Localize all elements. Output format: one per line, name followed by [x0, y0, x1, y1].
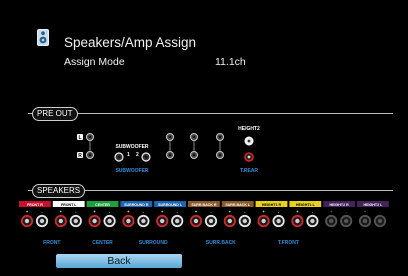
speaker-terminal-core — [193, 218, 199, 224]
speaker-terminal-panel: FRONT R + - FRONT L + - CENTER + - SURROUND R + - SU… — [19, 201, 389, 246]
pre-out-divider — [28, 113, 393, 114]
terminal-polarity-mark: - — [210, 209, 212, 214]
terminal-polarity-mark: + — [330, 209, 333, 214]
speaker-terminal-core — [39, 218, 45, 224]
channel-header-label: FRONT R — [27, 203, 43, 207]
terminal-polarity-mark: - — [379, 209, 381, 214]
subwoofer-channel-2: 2 — [136, 152, 139, 158]
rca-jack — [216, 133, 224, 141]
terminal-polarity-mark: - — [109, 209, 111, 214]
rca-jack — [166, 151, 174, 159]
left-channel-label: L — [78, 135, 81, 141]
speakers-label: SPEAKERS — [32, 184, 86, 198]
channel-header-label: HEIGHT1 R — [262, 203, 282, 207]
terminal-polarity-mark: - — [346, 209, 348, 214]
speaker-group-label: SURROUND — [139, 240, 168, 246]
speaker-terminal-core — [24, 218, 30, 224]
speaker-terminal-core — [310, 218, 315, 224]
subwoofer-assigned-label: SUBWOOFER — [115, 168, 148, 174]
terminal-polarity-mark: + — [60, 209, 63, 214]
speaker-group-label: SURR.BACK — [206, 240, 236, 246]
terminal-polarity-mark: + — [93, 209, 96, 214]
speaker-terminal-core — [242, 218, 247, 224]
speaker-terminal-core — [362, 218, 368, 224]
assign-mode-value[interactable]: 11.1ch — [215, 56, 246, 68]
speaker-terminal-core — [107, 218, 112, 224]
height2-jack-white[interactable] — [244, 136, 254, 146]
speaker-group-label: FRONT — [43, 240, 60, 246]
terminal-polarity-mark: - — [312, 209, 314, 214]
speaker-terminal-core — [141, 218, 146, 224]
terminal-polarity-mark: - — [278, 209, 280, 214]
channel-header-label: SURROUND R — [124, 203, 149, 207]
rca-jack — [86, 151, 94, 159]
terminal-polarity-mark: - — [244, 209, 246, 214]
rca-jack — [216, 151, 224, 159]
speaker-terminal-core — [329, 218, 334, 224]
speaker-terminal-core — [377, 218, 383, 224]
terminal-polarity-mark: + — [26, 209, 29, 214]
terminal-polarity-mark: + — [195, 209, 198, 214]
speaker-terminal-core — [227, 218, 232, 224]
page-title: Speakers/Amp Assign — [64, 35, 197, 50]
height2-jack-red[interactable] — [244, 152, 254, 162]
rca-jack — [190, 151, 198, 159]
right-channel-label: R — [78, 153, 82, 159]
speaker-terminal-core — [276, 218, 281, 224]
pre-out-panel: L R SUBWOOFER 1 2 SUBWOOFER HEIGHT2 T.RE… — [77, 126, 260, 174]
terminal-polarity-mark: - — [177, 209, 179, 214]
speaker-terminal-core — [261, 218, 266, 224]
terminal-polarity-mark: + — [127, 209, 130, 214]
terminal-polarity-mark: - — [75, 209, 77, 214]
subwoofer-2-jack[interactable] — [141, 152, 151, 162]
assign-mode-label: Assign Mode — [64, 56, 125, 68]
speaker-terminal-core — [295, 218, 300, 224]
speaker-group-label: CENTER — [92, 240, 113, 246]
rca-jack — [166, 133, 174, 141]
trear-label: T.REAR — [240, 168, 258, 174]
terminal-polarity-mark: + — [161, 209, 164, 214]
channel-header-label: FRONT L — [61, 203, 77, 207]
subwoofer-1-jack[interactable] — [114, 152, 124, 162]
pre-out-label: PRE OUT — [32, 107, 78, 121]
channel-header-label: HEIGHT2 L — [364, 203, 384, 207]
channel-header-label: SURR.BACK R — [191, 203, 217, 207]
speaker-icon — [37, 29, 49, 46]
back-button[interactable]: Back — [56, 254, 182, 268]
terminal-polarity-mark: + — [229, 209, 232, 214]
speaker-terminal-core — [58, 218, 63, 224]
subwoofer-channel-1: 1 — [127, 152, 130, 158]
channel-header-label: HEIGHT2 R — [330, 203, 350, 207]
terminal-polarity-mark: + — [296, 209, 299, 214]
terminal-polarity-mark: + — [364, 209, 367, 214]
channel-header-label: SURROUND L — [158, 203, 183, 207]
height2-label: HEIGHT2 — [238, 126, 260, 132]
speaker-terminal-core — [208, 218, 214, 224]
rca-jack — [190, 133, 198, 141]
speaker-terminal-core — [92, 218, 97, 224]
speaker-terminal-core — [344, 218, 349, 224]
speaker-terminal-core — [175, 218, 180, 224]
speaker-terminal-core — [126, 218, 131, 224]
speaker-terminal-core — [160, 218, 165, 224]
terminal-polarity-mark: + — [262, 209, 265, 214]
speaker-terminal-core — [73, 218, 78, 224]
terminal-polarity-mark: - — [143, 209, 145, 214]
channel-header-label: SURR.BACK L — [225, 203, 251, 207]
rca-jack — [86, 133, 94, 141]
subwoofer-label: SUBWOOFER — [115, 144, 148, 150]
terminal-polarity-mark: - — [41, 209, 43, 214]
channel-header-label: HEIGHT1 L — [296, 203, 316, 207]
speaker-group-label: T.FRONT — [278, 240, 299, 246]
channel-header-label: CENTER — [95, 203, 110, 207]
